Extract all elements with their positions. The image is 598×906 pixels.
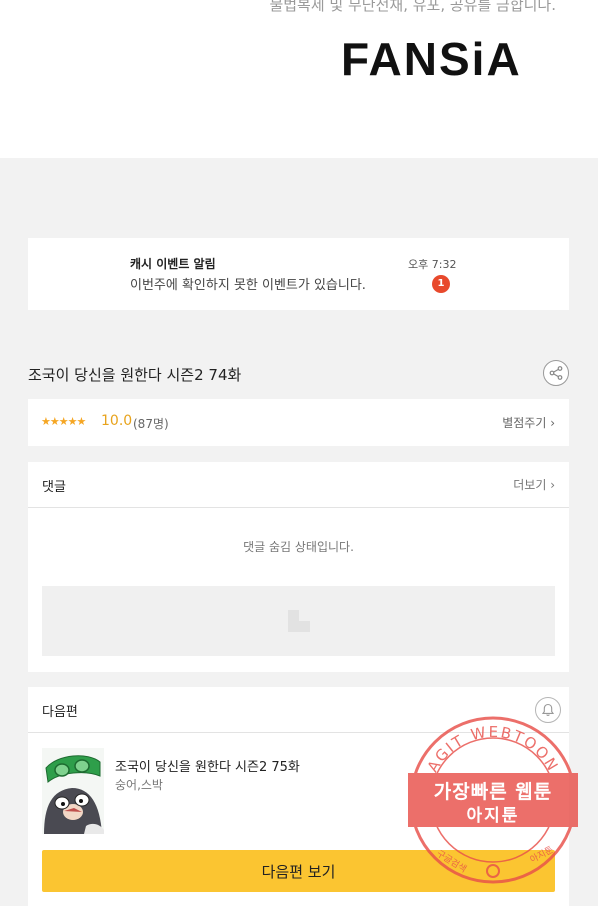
image-placeholder-icon xyxy=(288,610,310,632)
watermark-stamp: AGIT WEBTOON 구글검색 아지툰 가장빠른 웹툰 아지툰 xyxy=(408,715,578,885)
alert-message: 이번주에 확인하지 못한 이벤트가 있습니다. xyxy=(130,278,366,293)
comments-header: 댓글 더보기 › xyxy=(28,462,569,508)
cash-event-alert[interactable]: 캐시 이벤트 알림 오후 7:32 이번주에 확인하지 못한 이벤트가 있습니다… xyxy=(28,238,569,310)
next-episode-title[interactable]: 조국이 당신을 원한다 시즌2 75화 xyxy=(115,756,300,775)
next-episode-thumbnail[interactable] xyxy=(42,748,104,834)
star-rating-icon: ★★★★★ xyxy=(41,415,86,428)
next-title: 다음편 xyxy=(42,705,78,720)
rating-bar: ★★★★★ 10.0 (87명) 별점주기 › xyxy=(28,399,569,446)
character-thumbnail-icon xyxy=(42,748,104,834)
comments-title: 댓글 xyxy=(42,480,66,495)
episode-title: 조국이 당신을 원한다 시즌2 74화 xyxy=(28,366,242,384)
svg-text:AGIT WEBTOON: AGIT WEBTOON xyxy=(424,723,563,775)
alert-time: 오후 7:32 xyxy=(408,258,457,271)
header-area: 불법복제 및 무단전재, 유포, 공유를 금합니다. FANSiA xyxy=(0,0,598,158)
fansia-logo: FANSiA xyxy=(341,33,522,85)
ad-placeholder xyxy=(42,586,555,656)
comments-hidden-notice: 댓글 숨김 상태입니다. xyxy=(243,540,354,554)
copyright-notice: 불법복제 및 무단전재, 유포, 공유를 금합니다. xyxy=(269,0,556,14)
comments-section: 댓글 더보기 › 댓글 숨김 상태입니다. xyxy=(28,462,569,672)
share-button[interactable] xyxy=(543,360,569,386)
comments-more-link[interactable]: 더보기 › xyxy=(513,476,555,493)
alert-title: 캐시 이벤트 알림 xyxy=(130,257,216,271)
share-icon xyxy=(549,366,563,380)
watermark-line1: 가장빠른 웹툰 xyxy=(433,781,553,803)
rating-count: (87명) xyxy=(133,417,169,431)
rate-button[interactable]: 별점주기 › xyxy=(502,414,555,431)
watermark-line2: 아지툰 xyxy=(466,806,520,826)
rating-score: 10.0 xyxy=(101,413,133,429)
alert-count-badge: 1 xyxy=(432,275,450,293)
next-episode-authors: 숭어,스박 xyxy=(115,778,163,792)
